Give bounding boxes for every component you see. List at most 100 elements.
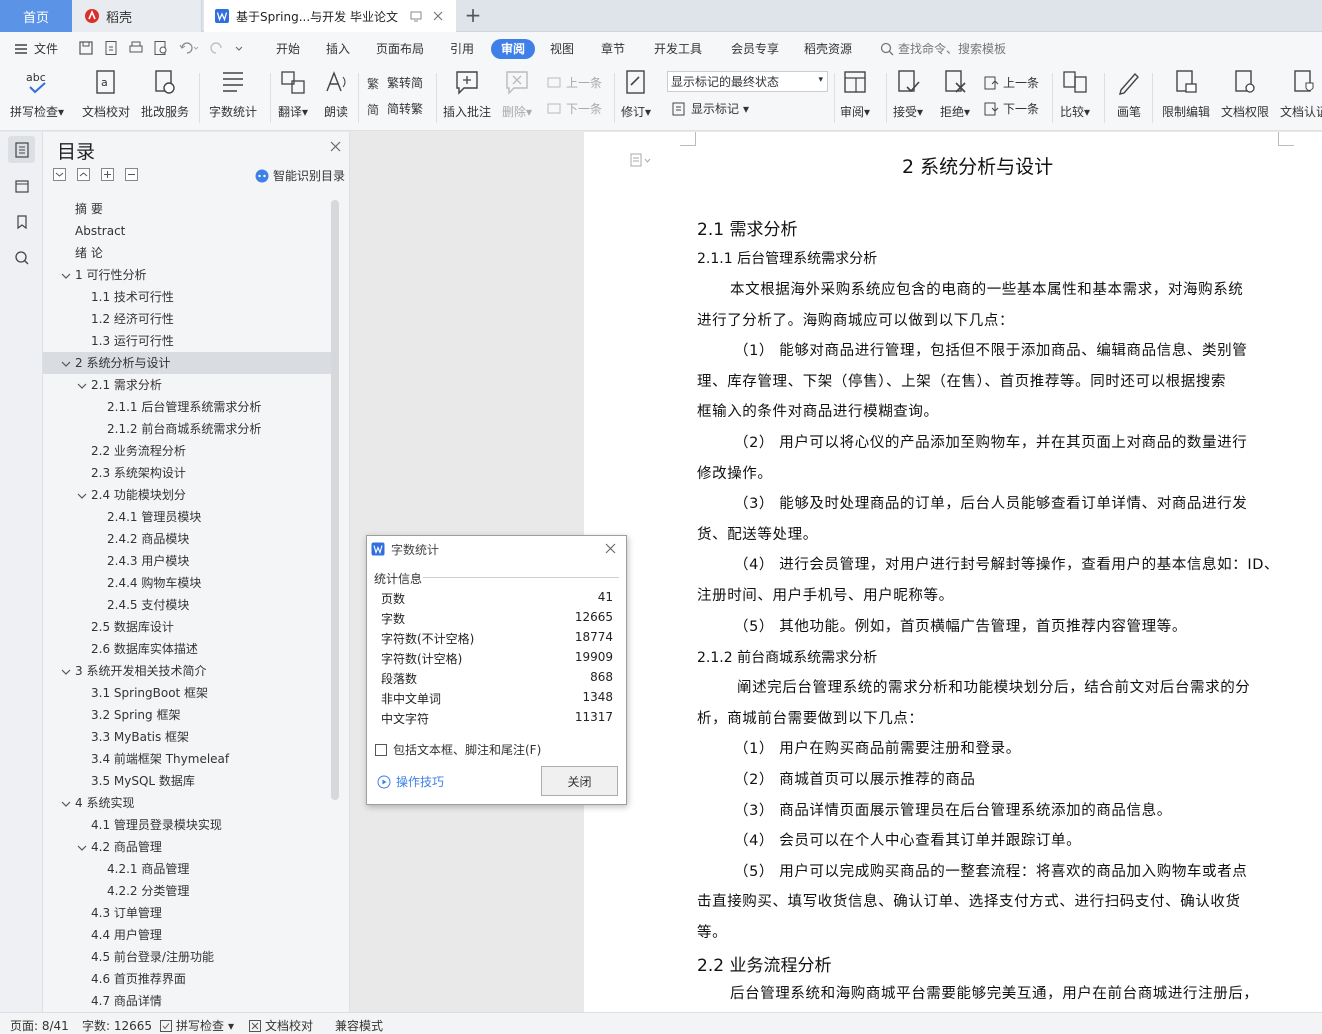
outline-item[interactable]: 4.7 商品详情	[43, 990, 331, 1012]
menu-tab[interactable]: 审阅	[491, 39, 536, 59]
expand-icon[interactable]	[53, 168, 66, 181]
chevron-down-icon[interactable]	[77, 491, 87, 501]
menu-tab[interactable]: 章节	[601, 39, 625, 59]
tips-link[interactable]: 操作技巧	[377, 773, 444, 790]
tab-document[interactable]: 基于Spring...与开发 毕业论文	[204, 0, 456, 32]
annotation-service-button[interactable]: 批改服务	[141, 69, 189, 120]
customize-toolbar-icon[interactable]	[234, 40, 244, 56]
read-aloud-button[interactable]: 朗读	[323, 69, 349, 120]
outline-icon[interactable]	[8, 136, 35, 163]
menu-tab[interactable]: 插入	[326, 39, 350, 59]
spell-check-status[interactable]: 拼写检查 ▾	[160, 1017, 234, 1034]
translate-button[interactable]: 翻译▾	[278, 69, 308, 120]
insert-comment-button[interactable]: 插入批注	[443, 69, 491, 120]
outline-item[interactable]: 2.1 需求分析	[43, 374, 331, 396]
next-comment-button[interactable]: 下一条	[546, 100, 602, 117]
outline-item[interactable]: 2.4.4 购物车模块	[43, 572, 331, 594]
page-indicator[interactable]: 页面: 8/41	[10, 1017, 69, 1034]
outline-item[interactable]: 摘 要	[43, 198, 331, 220]
chevron-down-icon[interactable]	[61, 359, 71, 369]
prev-comment-button[interactable]: 上一条	[546, 74, 602, 91]
show-markup-button[interactable]: 显示标记 ▾	[671, 100, 749, 117]
page-options-icon[interactable]	[630, 153, 652, 167]
proof-status[interactable]: 文档校对	[249, 1017, 313, 1034]
outline-item[interactable]: 1 可行性分析	[43, 264, 331, 286]
close-outline-icon[interactable]	[330, 141, 341, 152]
compare-button[interactable]: 比较▾	[1060, 69, 1090, 120]
dialog-titlebar[interactable]: 字数统计	[367, 536, 626, 562]
close-dialog-icon[interactable]	[605, 543, 616, 554]
outline-item[interactable]: 4.4 用户管理	[43, 924, 331, 946]
outline-item[interactable]: 2.3 系统架构设计	[43, 462, 331, 484]
tab-docer[interactable]: 稻壳	[72, 0, 202, 32]
save-icon[interactable]	[78, 40, 94, 56]
document-certify-button[interactable]: 文档认证	[1280, 69, 1322, 120]
outline-item[interactable]: Abstract	[43, 220, 331, 242]
outline-item[interactable]: 绪 论	[43, 242, 331, 264]
collapse-icon[interactable]	[77, 168, 90, 181]
restrict-edit-button[interactable]: 限制编辑	[1162, 69, 1210, 120]
word-count-status[interactable]: 字数: 12665	[82, 1017, 152, 1034]
trad-to-simp-button[interactable]: 繁 繁转简	[367, 74, 423, 91]
outline-item[interactable]: 2.5 数据库设计	[43, 616, 331, 638]
outline-item[interactable]: 3.3 MyBatis 框架	[43, 726, 331, 748]
menu-tab[interactable]: 开始	[276, 39, 300, 59]
prev-change-button[interactable]: 上一条	[983, 74, 1039, 91]
spell-check-button[interactable]: abc 拼写检查▾	[10, 69, 64, 120]
chevron-down-icon[interactable]	[77, 381, 87, 391]
include-textbox-checkbox[interactable]: 包括文本框、脚注和尾注(F)	[375, 741, 541, 758]
menu-tab[interactable]: 引用	[450, 39, 474, 59]
reject-button[interactable]: 拒绝▾	[940, 69, 970, 120]
window-icon[interactable]	[410, 10, 422, 22]
menu-tab[interactable]: 稻壳资源	[804, 39, 852, 59]
outline-item[interactable]: 3.4 前端框架 Thymeleaf	[43, 748, 331, 770]
chevron-down-icon[interactable]	[61, 799, 71, 809]
document-rights-button[interactable]: 文档权限	[1221, 69, 1269, 120]
outline-item[interactable]: 3.5 MySQL 数据库	[43, 770, 331, 792]
outline-item[interactable]: 1.1 技术可行性	[43, 286, 331, 308]
outline-item[interactable]: 2.1.1 后台管理系统需求分析	[43, 396, 331, 418]
simp-to-trad-button[interactable]: 简 简转繁	[367, 100, 423, 117]
tab-home[interactable]: 首页	[0, 0, 72, 32]
outline-item[interactable]: 2.1.2 前台商城系统需求分析	[43, 418, 331, 440]
find-icon[interactable]	[8, 244, 35, 271]
next-change-button[interactable]: 下一条	[983, 100, 1039, 117]
close-tab-icon[interactable]	[432, 10, 444, 22]
outline-item[interactable]: 1.3 运行可行性	[43, 330, 331, 352]
outline-item[interactable]: 4.6 首页推荐界面	[43, 968, 331, 990]
chevron-down-icon[interactable]	[61, 271, 71, 281]
outline-item[interactable]: 4.2.2 分类管理	[43, 880, 331, 902]
chapter-nav-icon[interactable]	[8, 172, 35, 199]
print-icon[interactable]	[128, 40, 144, 56]
outline-item[interactable]: 3.1 SpringBoot 框架	[43, 682, 331, 704]
new-tab-button[interactable]: +	[462, 5, 484, 27]
add-heading-icon[interactable]	[101, 168, 114, 181]
outline-item[interactable]: 1.2 经济可行性	[43, 308, 331, 330]
outline-item[interactable]: 2.4.1 管理员模块	[43, 506, 331, 528]
outline-item[interactable]: 2.2 业务流程分析	[43, 440, 331, 462]
outline-item[interactable]: 3.2 Spring 框架	[43, 704, 331, 726]
export-pdf-icon[interactable]	[103, 40, 119, 56]
menu-tab[interactable]: 会员专享	[731, 39, 779, 59]
redo-icon[interactable]	[209, 40, 225, 56]
undo-icon[interactable]	[178, 40, 200, 56]
pen-button[interactable]: 画笔	[1116, 69, 1142, 120]
markup-mode-select[interactable]: 显示标记的最终状态 ▾	[667, 71, 828, 92]
review-pane-button[interactable]: 审阅▾	[840, 69, 870, 120]
bookmark-icon[interactable]	[8, 208, 35, 235]
outline-item[interactable]: 2.4.3 用户模块	[43, 550, 331, 572]
menu-tab[interactable]: 开发工具	[654, 39, 702, 59]
outline-item[interactable]: 4.2.1 商品管理	[43, 858, 331, 880]
outline-item[interactable]: 2.6 数据库实体描述	[43, 638, 331, 660]
outline-item[interactable]: 4.3 订单管理	[43, 902, 331, 924]
outline-item[interactable]: 2.4.5 支付模块	[43, 594, 331, 616]
outline-item[interactable]: 2 系统分析与设计	[43, 352, 331, 374]
delete-comment-button[interactable]: 删除▾	[502, 69, 532, 120]
outline-item[interactable]: 4.2 商品管理	[43, 836, 331, 858]
menu-tab[interactable]: 页面布局	[376, 39, 424, 59]
menu-tab[interactable]: 视图	[550, 39, 574, 59]
close-button[interactable]: 关闭	[541, 766, 618, 796]
outline-item[interactable]: 4.5 前台登录/注册功能	[43, 946, 331, 968]
outline-scrollbar[interactable]	[331, 200, 339, 800]
chevron-down-icon[interactable]	[61, 667, 71, 677]
